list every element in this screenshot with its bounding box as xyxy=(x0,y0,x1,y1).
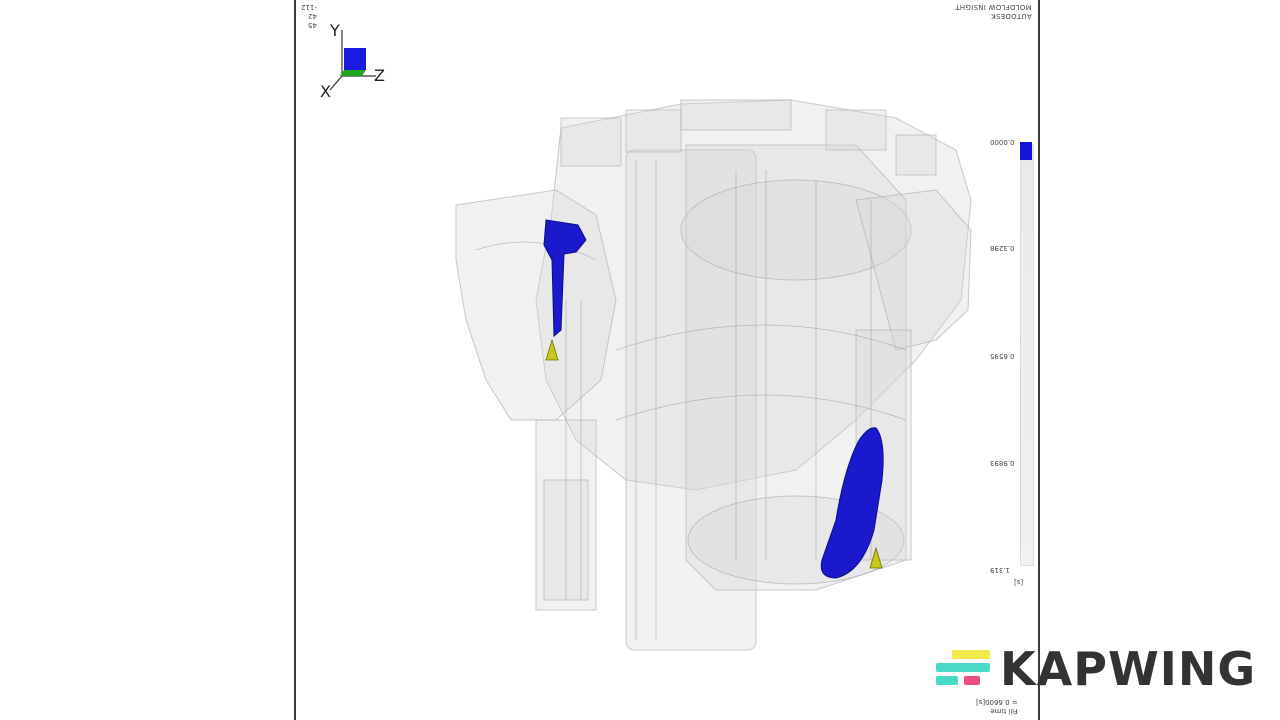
color-legend: 0.0000 0.3298 0.6595 0.9893 1.319 [s] xyxy=(990,138,1036,588)
result-footer: Fill time = 0.6600[s] xyxy=(976,697,1018,715)
part-model-view[interactable] xyxy=(296,0,1038,720)
legend-tick: 0.6595 xyxy=(990,352,1015,360)
kapwing-watermark: KAPWING xyxy=(936,642,1256,696)
logo-bar-icon xyxy=(936,676,958,685)
watermark-text: KAPWING xyxy=(1000,642,1257,696)
legend-tick: 1.319 xyxy=(990,566,1011,574)
result-viewport[interactable]: AUTODESK MOLDFLOW INSIGHT 45 42 -112 Y Z… xyxy=(294,0,1040,720)
legend-tick: 0.9893 xyxy=(990,459,1015,467)
legend-tick: 0.0000 xyxy=(990,138,1015,146)
logo-bar-icon xyxy=(936,663,990,672)
legend-start-swatch xyxy=(1020,142,1032,160)
logo-bar-icon xyxy=(952,650,990,659)
legend-gradient xyxy=(1020,144,1034,566)
result-name: Fill time xyxy=(990,707,1018,715)
logo-bar-icon xyxy=(964,676,980,685)
result-value: = 0.6600[s] xyxy=(976,698,1018,706)
legend-tick: 0.3298 xyxy=(990,244,1015,252)
legend-unit: [s] xyxy=(1014,578,1024,586)
